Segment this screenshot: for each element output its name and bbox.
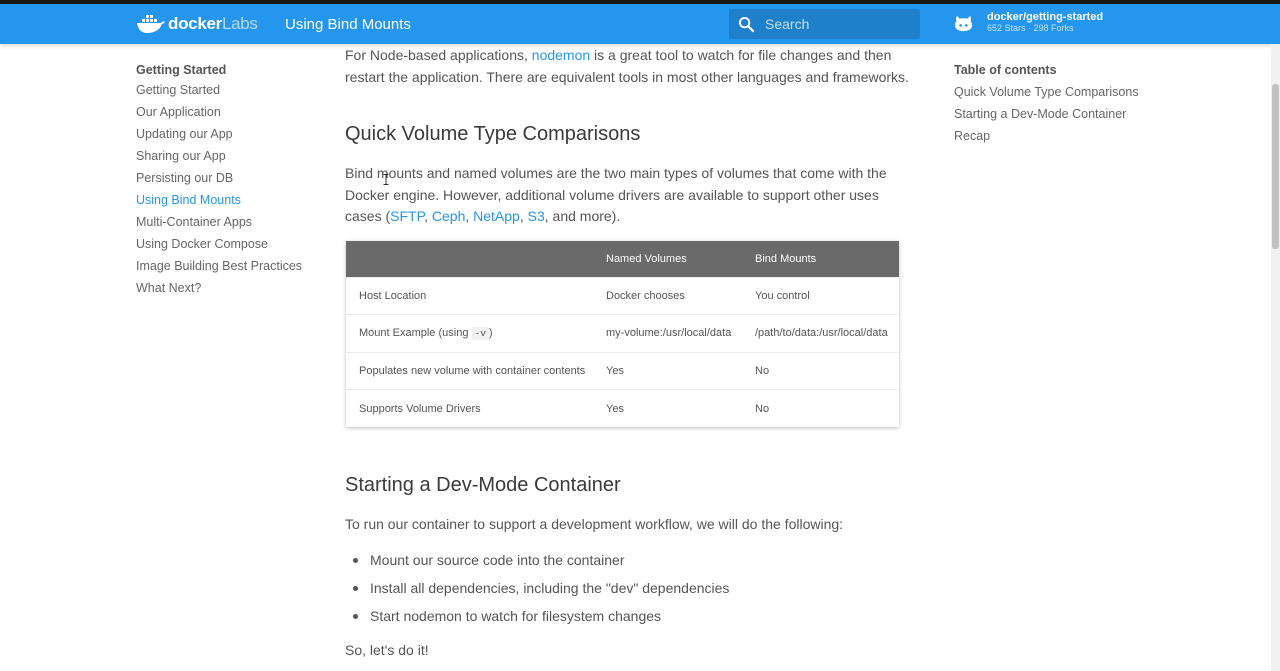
sidebar-item-updating-our-app[interactable]: Updating our App [136,126,316,148]
docker-whale-icon [137,15,165,33]
heading-quick-volume-type-comparisons: Quick Volume Type Comparisons [345,123,641,145]
sidebar-heading: Getting Started [136,63,227,77]
volume-comparison-table: Named Volumes Bind Mounts Host Location … [346,241,899,427]
table-cell-bind: No [755,402,770,415]
list-item: Install all dependencies, including the … [345,577,915,605]
toc-item-recap[interactable]: Recap [954,128,1154,150]
intro-paragraph: For Node-based applications, nodemon is … [345,45,915,88]
table-header-named-volumes: Named Volumes [606,252,687,265]
table-row: Mount Example (using -v) my-volume:/usr/… [346,314,899,353]
sftp-link[interactable]: SFTP [390,208,424,224]
table-header-row: Named Volumes Bind Mounts [346,241,899,277]
header-page-title: Using Bind Mounts [285,16,411,33]
repo-name: docker/getting-started [987,11,1104,23]
table-header-bind-mounts: Bind Mounts [755,252,817,265]
table-cell-label: Mount Example (using -v) [346,315,606,353]
search-box[interactable] [729,9,920,39]
table-of-contents: Table of contents Quick Volume Type Comp… [954,62,1154,150]
intro-text-start: For Node-based applications, [345,47,532,63]
inline-code: -v [471,327,489,341]
heading-starting-a-dev-mode-container: Starting a Dev-Mode Container [345,474,621,496]
text-cursor-icon [383,174,389,185]
github-icon [954,15,973,31]
netapp-link[interactable]: NetApp [473,208,520,224]
toc-heading: Table of contents [954,63,1057,77]
list-item: Mount our source code into the container [345,549,915,577]
brand-labs: Labs [221,14,258,33]
sidebar-item-using-docker-compose[interactable]: Using Docker Compose [136,236,316,258]
toc-item-starting-a-dev-mode-container[interactable]: Starting a Dev-Mode Container [954,106,1154,128]
repo-stats: 652 Stars · 298 Forks [987,23,1074,33]
page-scrollbar-thumb[interactable] [1272,84,1279,249]
sidebar-item-image-building-best-practices[interactable]: Image Building Best Practices [136,258,316,280]
table-cell-label: Supports Volume Drivers [359,402,481,415]
table-cell-named: Docker chooses [606,289,685,302]
separator: , [424,208,432,224]
docker-labs-logo[interactable]: docker Labs [136,12,258,36]
table-cell-label: Host Location [359,289,427,302]
table-row: Populates new volume with container cont… [346,352,899,390]
sidebar-item-persisting-our-db[interactable]: Persisting our DB [136,170,316,192]
devmode-steps-list: Mount our source code into the container… [345,549,915,633]
lets-do-it-paragraph: So, let's do it! [345,642,429,658]
sidebar-item-getting-started[interactable]: Getting Started [136,82,316,104]
sidebar-item-multi-container-apps[interactable]: Multi-Container Apps [136,214,316,236]
volumes-paragraph: Bind mounts and named volumes are the tw… [345,163,915,228]
site-header: dockerLabs Using Bind Mounts docker/gett… [0,4,1280,44]
separator: , [465,208,474,224]
brand-docker: docker [168,14,222,33]
cell-text: ) [488,327,493,340]
list-item: Start nodemon to watch for filesystem ch… [345,605,915,633]
table-cell-named: my-volume:/usr/local/data [606,327,732,340]
table-header-empty [346,241,606,277]
table-row: Host Location Docker chooses You control [346,277,899,315]
devmode-paragraph: To run our container to support a develo… [345,516,844,532]
table-cell-label: Populates new volume with container cont… [359,364,586,377]
table-row: Supports Volume Drivers Yes No [346,389,899,428]
sidebar-item-what-next[interactable]: What Next? [136,280,316,302]
sidebar-item-our-application[interactable]: Our Application [136,104,316,126]
ceph-link[interactable]: Ceph [432,208,465,224]
table-cell-bind: No [755,364,770,377]
table-cell-bind: You control [755,289,810,302]
table-cell-named: Yes [606,402,624,415]
nodemon-link[interactable]: nodemon [532,47,590,63]
cell-text: Mount Example (using [359,327,472,340]
sidebar-item-sharing-our-app[interactable]: Sharing our App [136,148,316,170]
toc-item-quick-volume-type-comparisons[interactable]: Quick Volume Type Comparisons [954,84,1154,106]
volumes-text-end: , and more). [544,208,621,224]
sidebar-item-using-bind-mounts[interactable]: Using Bind Mounts [136,192,316,214]
s3-link[interactable]: S3 [528,208,545,224]
github-repo-link[interactable]: docker/getting-started 652 Stars · 298 F… [953,12,1103,34]
table-cell-bind: /path/to/data:/usr/local/data [755,327,888,340]
search-input[interactable] [765,16,905,32]
search-icon [738,16,755,32]
sidebar-nav: Getting Started Getting Started Our Appl… [136,62,316,302]
separator: , [519,208,528,224]
table-cell-named: Yes [606,364,624,377]
